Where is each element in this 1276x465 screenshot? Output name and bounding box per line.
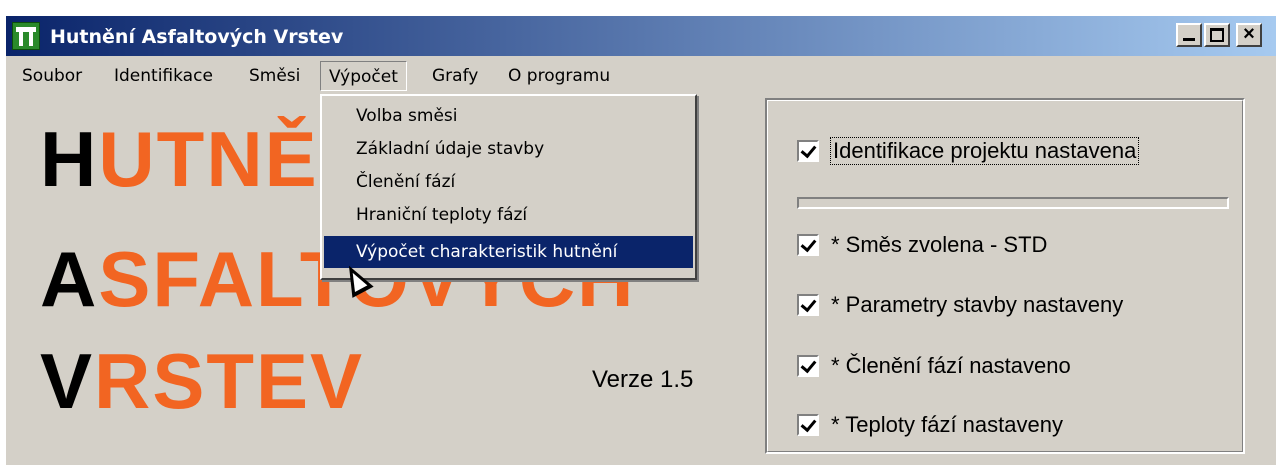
- status-panel: Identifikace projektu nastavena * Směs z…: [765, 98, 1245, 454]
- checkbox-checked-icon[interactable]: [797, 414, 819, 436]
- progress-bar: [797, 197, 1229, 209]
- highway-icon: [12, 22, 40, 50]
- checkbox-checked-icon[interactable]: [797, 294, 819, 316]
- checkbox-checked-icon[interactable]: [797, 355, 819, 377]
- close-button[interactable]: ×: [1236, 23, 1262, 47]
- menu-grafy[interactable]: Grafy: [432, 61, 478, 91]
- logo-initial: V: [40, 337, 95, 425]
- menu-vypocet[interactable]: Výpočet: [320, 61, 407, 91]
- menu-soubor[interactable]: Soubor: [22, 61, 82, 91]
- vypocet-dropdown-menu: Volba směsi Základní údaje stavby Členěn…: [320, 94, 697, 280]
- maximize-button[interactable]: [1204, 23, 1230, 47]
- menu-item-zakladni-udaje[interactable]: Základní údaje stavby: [324, 133, 693, 165]
- title-bar[interactable]: Hutnění Asfaltových Vrstev ×: [6, 16, 1276, 56]
- close-icon: ×: [1243, 23, 1255, 45]
- status-label: * Členění fází nastaveno: [831, 353, 1071, 378]
- status-label: * Parametry stavby nastaveny: [831, 292, 1124, 317]
- logo-rest: RSTEV: [94, 337, 365, 425]
- menu-item-hranicni-teploty[interactable]: Hraniční teploty fází: [324, 199, 693, 231]
- minimize-button[interactable]: [1176, 23, 1202, 47]
- menu-bar: Soubor Identifikace Směsi Výpočet Grafy …: [6, 60, 1276, 94]
- menu-o-programu[interactable]: O programu: [508, 61, 610, 91]
- menu-item-volba-smesi[interactable]: Volba směsi: [324, 100, 693, 132]
- menu-identifikace[interactable]: Identifikace: [114, 61, 213, 91]
- app-window: Hutnění Asfaltových Vrstev × Soubor Iden…: [6, 16, 1276, 465]
- logo-initial: A: [40, 235, 99, 323]
- status-label: * Teploty fází nastaveny: [831, 412, 1063, 437]
- logo-line-vrstev: VRSTEV: [40, 341, 364, 421]
- checkbox-checked-icon[interactable]: [797, 234, 819, 256]
- status-label: * Směs zvolena - STD: [831, 232, 1048, 257]
- menu-smesi[interactable]: Směsi: [249, 61, 300, 91]
- status-label: Identifikace projektu nastavena: [829, 137, 1140, 165]
- logo-initial: H: [40, 115, 99, 203]
- checkbox-checked-icon[interactable]: [797, 140, 819, 162]
- version-label: Verze 1.5: [592, 366, 694, 393]
- menu-item-cleneni-fazi[interactable]: Členění fází: [324, 166, 693, 198]
- menu-item-vypocet-charakteristik[interactable]: Výpočet charakteristik hutnění: [324, 236, 693, 268]
- window-title: Hutnění Asfaltových Vrstev: [50, 26, 344, 48]
